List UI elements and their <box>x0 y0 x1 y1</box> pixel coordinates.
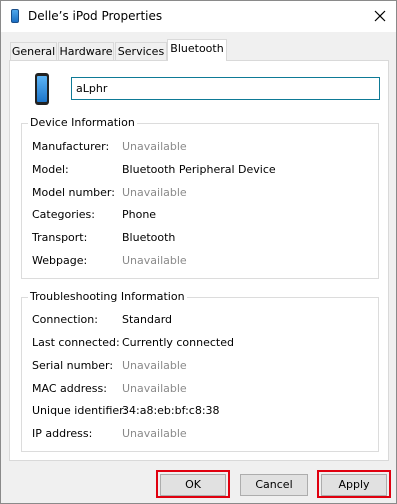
properties-dialog: Delle’s iPod Properties General Hardware… <box>0 0 397 504</box>
info-label: Model number: <box>32 186 115 199</box>
info-label: Unique identifier: <box>32 404 128 417</box>
device-name-field[interactable]: aLphr <box>71 77 380 100</box>
info-value: Phone <box>122 208 157 221</box>
tab-bluetooth[interactable]: Bluetooth <box>167 39 227 61</box>
info-label: Last connected: <box>32 336 120 349</box>
info-value: Unavailable <box>122 359 187 372</box>
phone-device-icon <box>35 73 49 105</box>
window-title: Delle’s iPod Properties <box>28 9 163 23</box>
cancel-button[interactable]: Cancel <box>240 474 308 496</box>
close-button[interactable] <box>364 1 396 32</box>
info-label: Webpage: <box>32 254 88 267</box>
troubleshooting-heading: Troubleshooting Information <box>28 290 187 303</box>
info-value: Unavailable <box>122 427 187 440</box>
ipod-device-icon <box>11 9 19 23</box>
info-label: Serial number: <box>32 359 114 372</box>
apply-button[interactable]: Apply <box>321 474 387 496</box>
device-information-heading: Device Information <box>28 116 137 129</box>
info-label: Model: <box>32 163 69 176</box>
info-value: Currently connected <box>122 336 234 349</box>
troubleshooting-information-group: Troubleshooting Information Connection: … <box>21 290 379 452</box>
info-value: Unavailable <box>122 186 187 199</box>
info-value: Bluetooth Peripheral Device <box>122 163 276 176</box>
info-value: Standard <box>122 313 173 326</box>
info-value: Unavailable <box>122 254 187 267</box>
info-label: Categories: <box>32 208 95 221</box>
info-label: Transport: <box>32 231 88 244</box>
info-value: 34:a8:eb:bf:c8:38 <box>122 404 220 417</box>
bluetooth-panel: aLphr Device Information Manufacturer: U… <box>9 60 389 461</box>
info-value: Unavailable <box>122 382 187 395</box>
info-label: Manufacturer: <box>32 140 110 153</box>
close-icon <box>374 10 386 22</box>
tab-general[interactable]: General <box>10 42 57 61</box>
tab-hardware[interactable]: Hardware <box>58 42 114 61</box>
info-value: Unavailable <box>122 140 187 153</box>
device-information-group: Device Information Manufacturer: Unavail… <box>21 116 379 279</box>
info-label: Connection: <box>32 313 98 326</box>
info-label: IP address: <box>32 427 93 440</box>
tab-services[interactable]: Services <box>115 42 167 61</box>
info-value: Bluetooth <box>122 231 176 244</box>
ok-button[interactable]: OK <box>160 474 226 496</box>
title-bar: Delle’s iPod Properties <box>1 1 396 32</box>
info-label: MAC address: <box>32 382 107 395</box>
